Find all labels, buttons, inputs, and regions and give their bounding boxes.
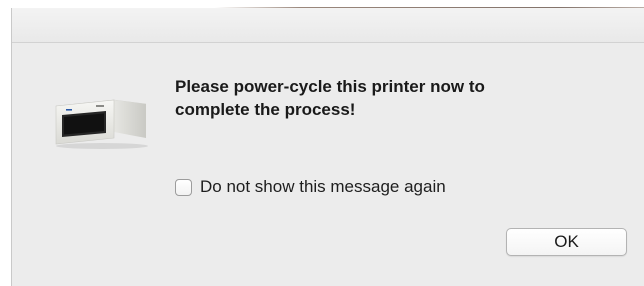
- screen: Please power-cycle this printer now to c…: [0, 0, 644, 286]
- suppress-message-option[interactable]: Do not show this message again: [175, 176, 446, 198]
- dialog-titlebar: [12, 8, 644, 43]
- alert-dialog: Please power-cycle this printer now to c…: [11, 8, 644, 286]
- ok-button[interactable]: OK: [506, 228, 627, 256]
- suppress-message-checkbox[interactable]: [175, 178, 192, 196]
- alert-message: Please power-cycle this printer now to c…: [175, 77, 485, 119]
- printer-icon: [50, 88, 150, 150]
- suppress-message-label[interactable]: Do not show this message again: [200, 177, 446, 197]
